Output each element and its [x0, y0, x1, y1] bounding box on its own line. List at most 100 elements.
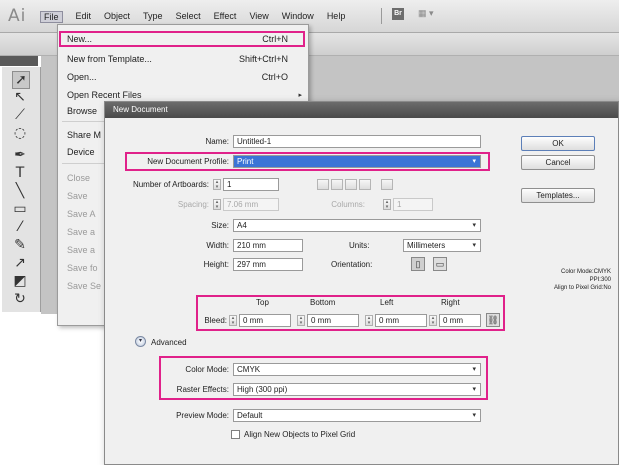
landscape-orientation-icon[interactable]: ▭ [433, 257, 447, 271]
columns-stepper[interactable]: ▴ ▾ [383, 199, 391, 210]
color-mode-value: CMYK [237, 365, 261, 374]
artboards-stepper[interactable]: ▴ ▾ [213, 179, 221, 190]
profile-label: New Document Profile: [147, 157, 229, 166]
menu-item-save-selected-slices[interactable]: Save Se [67, 281, 101, 291]
ppi-info: PPI:300 [589, 277, 611, 283]
cancel-button[interactable]: Cancel [521, 155, 595, 170]
artboards-field[interactable]: 1 [223, 178, 279, 191]
bleed-right-field[interactable]: 0 mm [439, 314, 481, 327]
preview-mode-select[interactable]: Default ▾ [233, 409, 481, 422]
blob-brush-tool-icon[interactable]: ↗ [12, 255, 28, 271]
illustrator-logo: Ai [8, 6, 27, 26]
height-field[interactable]: 297 mm [233, 258, 303, 271]
rotate-tool-icon[interactable]: ↻ [12, 291, 28, 307]
artboard-column-icon[interactable] [359, 179, 371, 190]
menu-item-new-from-template[interactable]: New from Template... [67, 54, 152, 64]
bleed-left-label: Left [380, 298, 394, 307]
menu-edit[interactable]: Edit [76, 11, 92, 23]
selection-tool-icon[interactable]: ➚ [12, 71, 30, 89]
units-select[interactable]: Millimeters ▾ [403, 239, 481, 252]
ok-button[interactable]: OK [521, 136, 595, 151]
menu-item-save-as[interactable]: Save A [67, 209, 96, 219]
bleed-bottom-field[interactable]: 0 mm [307, 314, 359, 327]
bleed-left-stepper[interactable]: ▴ ▾ [365, 315, 373, 326]
width-field[interactable]: 210 mm [233, 239, 303, 252]
bleed-right-stepper[interactable]: ▴ ▾ [429, 315, 437, 326]
rectangle-tool-icon[interactable]: ▭ [12, 201, 28, 217]
menu-item-save-for-web[interactable]: Save fo [67, 263, 98, 273]
highlight-new-item [59, 31, 305, 47]
bleed-top-stepper[interactable]: ▴ ▾ [229, 315, 237, 326]
menu-item-save[interactable]: Save [67, 191, 88, 201]
menu-view[interactable]: View [249, 11, 268, 23]
menu-item-save-as-template[interactable]: Save a [67, 245, 95, 255]
width-label: Width: [206, 241, 229, 250]
raster-effects-select[interactable]: High (300 ppi) ▾ [233, 383, 481, 396]
orientation-label: Orientation: [331, 260, 373, 269]
raster-effects-label: Raster Effects: [176, 385, 229, 394]
artboard-grid-row-icon[interactable] [317, 179, 329, 190]
menu-item-browse[interactable]: Browse [67, 106, 97, 116]
portrait-orientation-icon[interactable]: ▯ [411, 257, 425, 271]
menu-effect[interactable]: Effect [214, 11, 237, 23]
color-mode-select[interactable]: CMYK ▾ [233, 363, 481, 376]
type-tool-icon[interactable]: T [12, 165, 28, 181]
menu-item-save-a-copy[interactable]: Save a [67, 227, 95, 237]
dropdown-arrow-icon: ▾ [472, 412, 476, 419]
bridge-icon[interactable]: Br [392, 8, 404, 20]
dialog-title-bar[interactable]: New Document [105, 102, 618, 118]
artboard-row-icon[interactable] [345, 179, 357, 190]
new-document-dialog: New Document Name: Untitled-1 New Docume… [104, 101, 619, 465]
pencil-tool-icon[interactable]: ✎ [12, 237, 28, 253]
menu-items: File Edit Object Type Select Effect View… [40, 11, 358, 23]
menu-item-open-recent[interactable]: Open Recent Files [67, 90, 142, 100]
align-pixel-grid-label: Align New Objects to Pixel Grid [244, 430, 356, 439]
advanced-toggle-icon[interactable]: ▾ [135, 336, 146, 347]
shortcut-open: Ctrl+O [261, 72, 288, 82]
line-tool-icon[interactable]: ╲ [12, 183, 28, 199]
menu-type[interactable]: Type [143, 11, 163, 23]
submenu-arrow-icon: ▸ [298, 92, 302, 99]
profile-select[interactable]: Print ▾ [233, 155, 481, 168]
menu-separator [381, 8, 382, 24]
units-label: Units: [349, 241, 370, 250]
templates-button[interactable]: Templates... [521, 188, 595, 203]
direct-selection-tool-icon[interactable]: ↖ [12, 89, 28, 105]
shortcut-new-from-template: Shift+Ctrl+N [238, 54, 288, 64]
artboard-right-to-left-icon[interactable] [381, 179, 393, 190]
menu-select[interactable]: Select [176, 11, 201, 23]
spacing-field[interactable]: 7.06 mm [223, 198, 279, 211]
menu-item-device[interactable]: Device [67, 147, 95, 157]
tools-panel: ➚ ↖ ⟋ ◌ ✒ T ╲ ▭ ⁄ ✎ ↗ ◩ ↻ [2, 67, 41, 312]
menu-item-open[interactable]: Open... [67, 72, 97, 82]
name-field[interactable]: Untitled-1 [233, 135, 481, 148]
eraser-tool-icon[interactable]: ◩ [12, 273, 28, 289]
paintbrush-tool-icon[interactable]: ⁄ [12, 219, 28, 235]
advanced-label: Advanced [151, 338, 187, 347]
pen-tool-icon[interactable]: ✒ [12, 147, 28, 163]
lasso-tool-icon[interactable]: ◌ [12, 125, 28, 141]
tools-panel-header[interactable] [0, 56, 38, 66]
menu-object[interactable]: Object [104, 11, 130, 23]
menu-window[interactable]: Window [282, 11, 314, 23]
bleed-bottom-stepper[interactable]: ▴ ▾ [297, 315, 305, 326]
menu-item-close[interactable]: Close [67, 173, 90, 183]
dialog-title: New Document [113, 105, 168, 114]
bleed-top-field[interactable]: 0 mm [239, 314, 291, 327]
bleed-right-label: Right [441, 298, 460, 307]
align-pixel-grid-checkbox[interactable] [231, 430, 240, 439]
menu-help[interactable]: Help [327, 11, 346, 23]
artboard-grid-column-icon[interactable] [331, 179, 343, 190]
spacing-label: Spacing: [177, 200, 209, 209]
bleed-link-icon[interactable]: ⛓ [486, 313, 500, 327]
columns-field[interactable]: 1 [393, 198, 433, 211]
dropdown-arrow-icon: ▾ [472, 242, 476, 249]
magic-wand-tool-icon[interactable]: ⟋ [12, 107, 28, 123]
color-mode-info: Color Mode:CMYK [560, 269, 611, 275]
size-select[interactable]: A4 ▾ [233, 219, 481, 232]
menu-file[interactable]: File [40, 11, 63, 23]
bleed-left-field[interactable]: 0 mm [375, 314, 427, 327]
menu-item-share[interactable]: Share M [67, 130, 101, 140]
spacing-stepper[interactable]: ▴ ▾ [213, 199, 221, 210]
workspace-switcher-icon[interactable]: ▦ ▾ [418, 8, 434, 19]
